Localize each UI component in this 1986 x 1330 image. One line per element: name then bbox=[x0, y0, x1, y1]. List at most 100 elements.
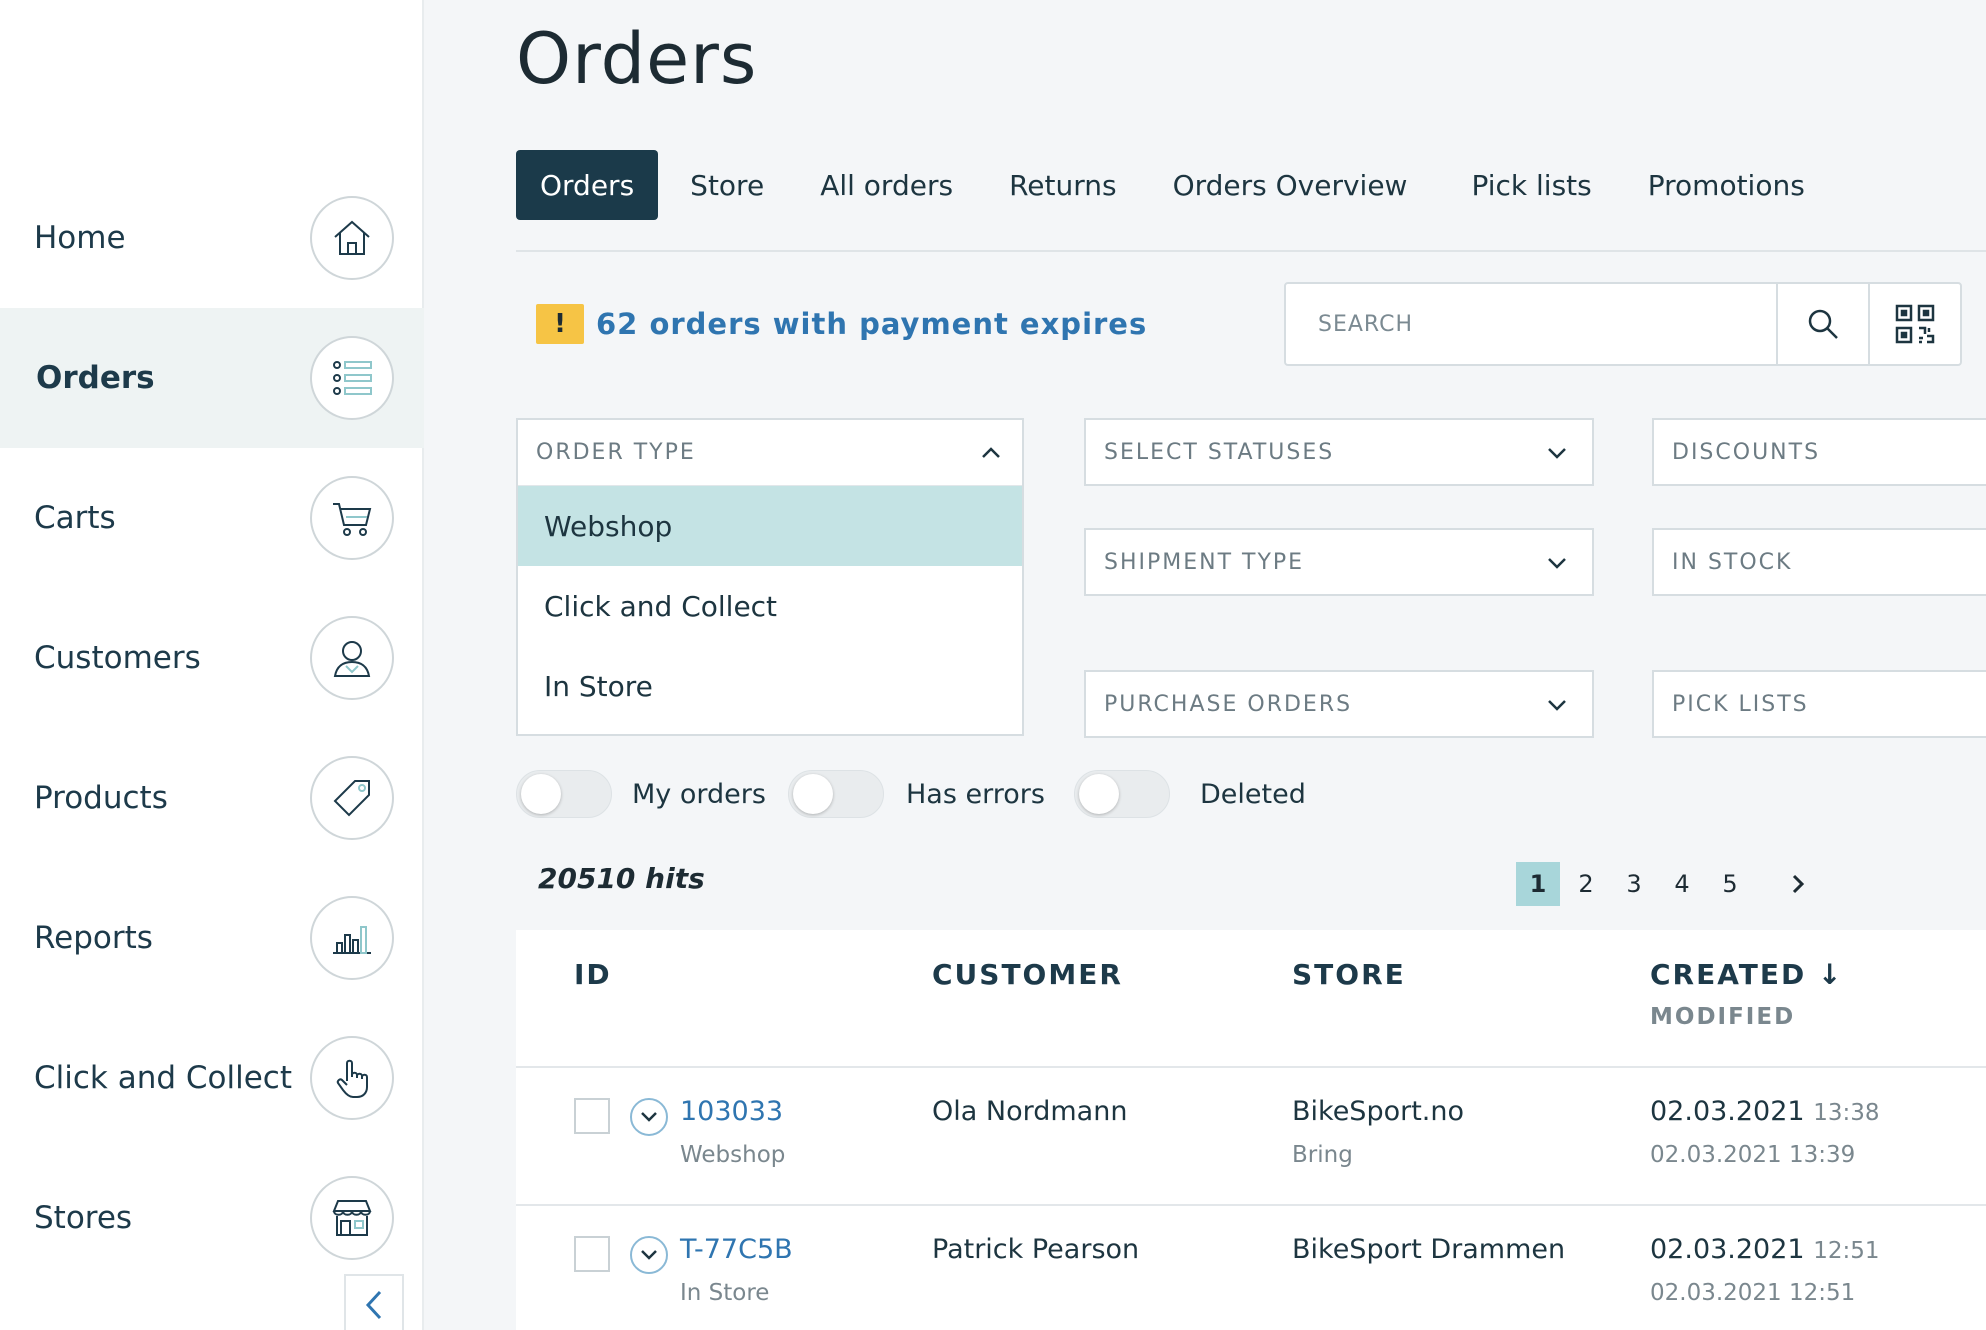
purchase-orders-label: PURCHASE ORDERS bbox=[1104, 691, 1353, 717]
sidebar-item-home[interactable]: Home bbox=[0, 168, 424, 308]
sidebar-item-reports[interactable]: Reports bbox=[0, 868, 424, 1008]
my-orders-label: My orders bbox=[632, 778, 766, 810]
next-page-button[interactable] bbox=[1776, 862, 1820, 906]
tab-all-orders[interactable]: All orders bbox=[788, 150, 977, 220]
sidebar-item-label: Click and Collect bbox=[34, 1060, 293, 1096]
expand-row-button[interactable] bbox=[630, 1098, 668, 1136]
sidebar-item-label: Customers bbox=[34, 640, 201, 676]
tab-orders-overview[interactable]: Orders Overview bbox=[1141, 150, 1432, 220]
discounts-label: DISCOUNTS bbox=[1672, 439, 1821, 465]
purchase-orders-dropdown[interactable]: PURCHASE ORDERS bbox=[1084, 670, 1594, 738]
column-header-customer[interactable]: CUSTOMER bbox=[932, 958, 1123, 991]
sidebar-item-label: Products bbox=[34, 780, 168, 816]
in-stock-dropdown[interactable]: IN STOCK bbox=[1652, 528, 1986, 596]
created-time: 13:38 bbox=[1813, 1100, 1880, 1126]
tab-pick-lists[interactable]: Pick lists bbox=[1431, 150, 1615, 220]
search-bar bbox=[1284, 282, 1962, 366]
created-date: 02.03.2021 bbox=[1650, 1234, 1805, 1265]
header-divider bbox=[516, 1066, 1986, 1068]
shipment-type-dropdown[interactable]: SHIPMENT TYPE bbox=[1084, 528, 1594, 596]
search-icon bbox=[1808, 309, 1838, 339]
order-type: Webshop bbox=[680, 1142, 786, 1168]
sidebar: Home Orders Carts Customers Products Rep… bbox=[0, 0, 424, 1330]
user-icon bbox=[310, 616, 394, 700]
payment-warning-link[interactable]: 62 orders with payment expires bbox=[596, 307, 1147, 341]
select-statuses-dropdown[interactable]: SELECT STATUSES bbox=[1084, 418, 1594, 486]
sidebar-item-label: Home bbox=[34, 220, 126, 256]
tag-icon bbox=[310, 756, 394, 840]
chevron-down-icon bbox=[1548, 700, 1566, 711]
qr-scan-button[interactable] bbox=[1868, 284, 1960, 364]
search-input[interactable] bbox=[1286, 284, 1776, 364]
has-errors-label: Has errors bbox=[906, 778, 1045, 810]
deleted-label: Deleted bbox=[1200, 778, 1306, 810]
sidebar-item-label: Reports bbox=[34, 920, 153, 956]
order-id-link[interactable]: 103033 bbox=[680, 1096, 783, 1127]
row-checkbox[interactable] bbox=[574, 1236, 610, 1272]
sidebar-item-click-and-collect[interactable]: Click and Collect bbox=[0, 1008, 424, 1148]
sidebar-item-customers[interactable]: Customers bbox=[0, 588, 424, 728]
my-orders-toggle[interactable] bbox=[516, 770, 612, 818]
list-icon bbox=[310, 336, 394, 420]
warning-badge: ! bbox=[536, 304, 584, 344]
discounts-dropdown[interactable]: DISCOUNTS bbox=[1652, 418, 1986, 486]
hand-pointer-icon bbox=[310, 1036, 394, 1120]
sidebar-item-orders[interactable]: Orders bbox=[0, 308, 424, 448]
collapse-sidebar-button[interactable] bbox=[344, 1274, 404, 1330]
toggle-knob bbox=[521, 774, 561, 814]
sidebar-item-label: Stores bbox=[34, 1200, 133, 1236]
my-orders-toggle-group: My orders bbox=[516, 768, 766, 820]
sidebar-item-label: Orders bbox=[36, 360, 155, 396]
page-button-2[interactable]: 2 bbox=[1564, 862, 1608, 906]
tab-returns[interactable]: Returns bbox=[977, 150, 1141, 220]
deleted-toggle[interactable] bbox=[1074, 770, 1170, 818]
customer-name: Patrick Pearson bbox=[932, 1234, 1140, 1265]
search-button[interactable] bbox=[1776, 284, 1868, 364]
bar-chart-icon bbox=[310, 896, 394, 980]
column-header-id[interactable]: ID bbox=[574, 958, 612, 991]
order-type-label: ORDER TYPE bbox=[536, 440, 696, 465]
row-checkbox[interactable] bbox=[574, 1098, 610, 1134]
order-type-option-webshop[interactable]: Webshop bbox=[518, 486, 1022, 566]
column-header-created[interactable]: CREATED ↓ bbox=[1650, 958, 1843, 991]
tab-promotions[interactable]: Promotions bbox=[1616, 150, 1829, 220]
created-time: 12:51 bbox=[1813, 1238, 1880, 1264]
created-datetime: 02.03.2021 12:51 bbox=[1650, 1234, 1879, 1265]
chevron-left-icon bbox=[365, 1290, 382, 1320]
order-type-option-in-store[interactable]: In Store bbox=[518, 646, 1022, 726]
order-type-select[interactable]: ORDER TYPE bbox=[518, 420, 1022, 486]
chevron-down-icon bbox=[641, 1250, 657, 1260]
sidebar-item-carts[interactable]: Carts bbox=[0, 448, 424, 588]
tab-orders[interactable]: Orders bbox=[516, 150, 659, 220]
chevron-right-icon bbox=[1792, 874, 1805, 894]
page-button-4[interactable]: 4 bbox=[1660, 862, 1704, 906]
pick-lists-dropdown[interactable]: PICK LISTS bbox=[1652, 670, 1986, 738]
expand-row-button[interactable] bbox=[630, 1236, 668, 1274]
order-type-option-click-and-collect[interactable]: Click and Collect bbox=[518, 566, 1022, 646]
column-header-store[interactable]: STORE bbox=[1292, 958, 1406, 991]
store-name: BikeSport Drammen bbox=[1292, 1234, 1566, 1265]
payment-warning: ! 62 orders with payment expires bbox=[536, 304, 1147, 344]
modified-datetime: 02.03.2021 12:51 bbox=[1650, 1280, 1856, 1306]
order-id-link[interactable]: T-77C5B bbox=[680, 1234, 793, 1265]
sidebar-item-stores[interactable]: Stores bbox=[0, 1148, 424, 1288]
select-statuses-label: SELECT STATUSES bbox=[1104, 439, 1335, 465]
order-type-dropdown: ORDER TYPE Webshop Click and Collect In … bbox=[516, 418, 1024, 736]
page-button-1[interactable]: 1 bbox=[1516, 862, 1560, 906]
home-icon bbox=[310, 196, 394, 280]
pick-lists-label: PICK LISTS bbox=[1672, 691, 1809, 717]
store-icon bbox=[310, 1176, 394, 1260]
column-header-modified[interactable]: MODIFIED bbox=[1650, 1004, 1795, 1030]
tab-store[interactable]: Store bbox=[658, 150, 788, 220]
pagination: 1 2 3 4 5 bbox=[1516, 862, 1824, 906]
qr-code-icon bbox=[1895, 304, 1935, 344]
page-button-3[interactable]: 3 bbox=[1612, 862, 1656, 906]
orders-table: ID CUSTOMER STORE CREATED ↓ MODIFIED 103… bbox=[516, 930, 1986, 1330]
in-stock-label: IN STOCK bbox=[1672, 549, 1793, 575]
page-button-5[interactable]: 5 bbox=[1708, 862, 1752, 906]
has-errors-toggle[interactable] bbox=[788, 770, 884, 818]
shipping-method: Bring bbox=[1292, 1142, 1353, 1168]
store-name: BikeSport.no bbox=[1292, 1096, 1465, 1127]
toggle-knob bbox=[793, 774, 833, 814]
sidebar-item-products[interactable]: Products bbox=[0, 728, 424, 868]
